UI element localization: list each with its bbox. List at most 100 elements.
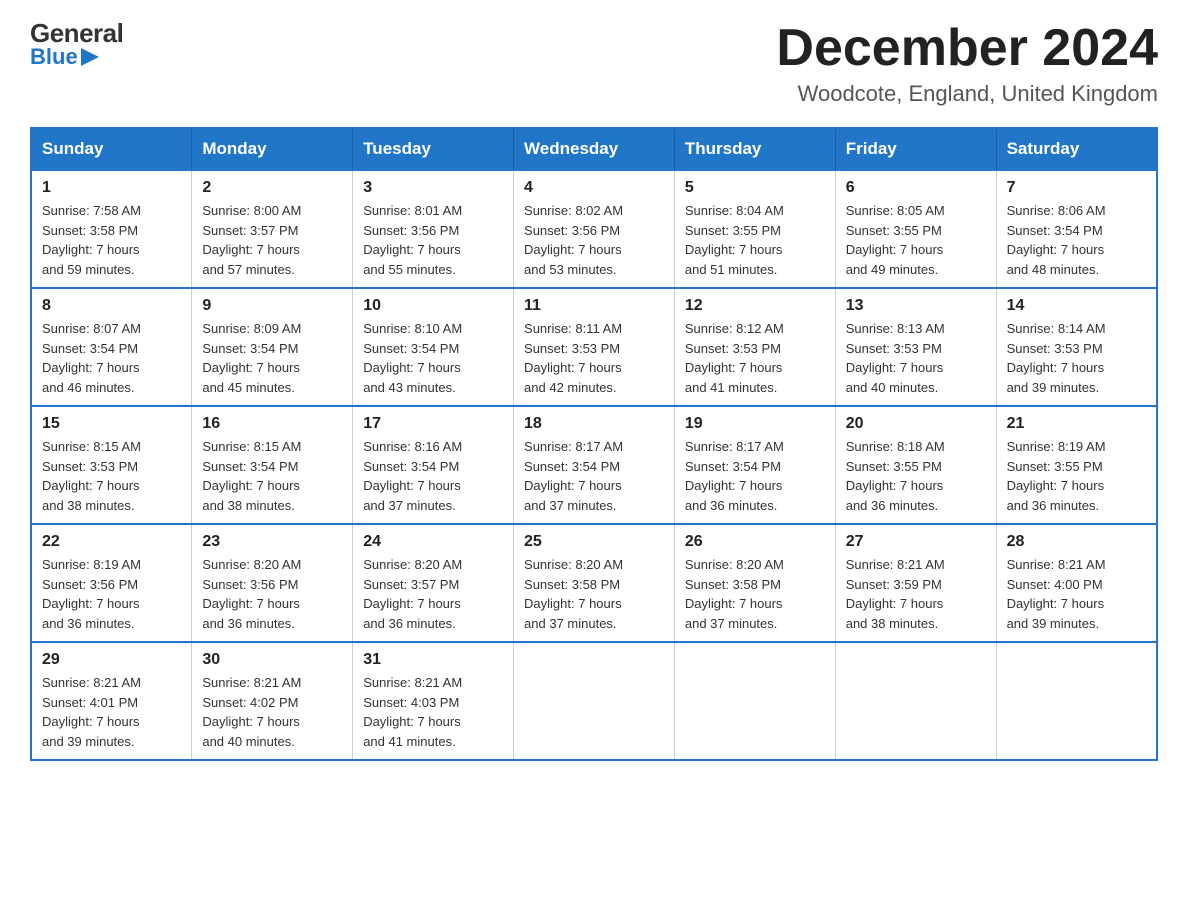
- calendar-cell: 19 Sunrise: 8:17 AM Sunset: 3:54 PM Dayl…: [674, 406, 835, 524]
- day-info: Sunrise: 7:58 AM Sunset: 3:58 PM Dayligh…: [42, 201, 181, 279]
- day-number: 27: [846, 533, 986, 551]
- day-number: 22: [42, 533, 181, 551]
- calendar-cell: 3 Sunrise: 8:01 AM Sunset: 3:56 PM Dayli…: [353, 170, 514, 288]
- day-info: Sunrise: 8:21 AM Sunset: 3:59 PM Dayligh…: [846, 555, 986, 633]
- day-number: 2: [202, 179, 342, 197]
- day-number: 15: [42, 415, 181, 433]
- day-info: Sunrise: 8:06 AM Sunset: 3:54 PM Dayligh…: [1007, 201, 1146, 279]
- day-number: 17: [363, 415, 503, 433]
- day-number: 21: [1007, 415, 1146, 433]
- calendar-cell: [996, 642, 1157, 760]
- day-info: Sunrise: 8:19 AM Sunset: 3:56 PM Dayligh…: [42, 555, 181, 633]
- calendar-cell: 28 Sunrise: 8:21 AM Sunset: 4:00 PM Dayl…: [996, 524, 1157, 642]
- logo-blue-row: Blue: [30, 46, 123, 68]
- calendar-week-row: 22 Sunrise: 8:19 AM Sunset: 3:56 PM Dayl…: [31, 524, 1157, 642]
- calendar-cell: 20 Sunrise: 8:18 AM Sunset: 3:55 PM Dayl…: [835, 406, 996, 524]
- day-number: 16: [202, 415, 342, 433]
- day-info: Sunrise: 8:00 AM Sunset: 3:57 PM Dayligh…: [202, 201, 342, 279]
- calendar-header-thursday: Thursday: [674, 128, 835, 170]
- calendar-cell: [835, 642, 996, 760]
- day-info: Sunrise: 8:04 AM Sunset: 3:55 PM Dayligh…: [685, 201, 825, 279]
- day-info: Sunrise: 8:21 AM Sunset: 4:00 PM Dayligh…: [1007, 555, 1146, 633]
- day-info: Sunrise: 8:11 AM Sunset: 3:53 PM Dayligh…: [524, 319, 664, 397]
- day-info: Sunrise: 8:17 AM Sunset: 3:54 PM Dayligh…: [685, 437, 825, 515]
- calendar-header-sunday: Sunday: [31, 128, 192, 170]
- calendar-cell: 15 Sunrise: 8:15 AM Sunset: 3:53 PM Dayl…: [31, 406, 192, 524]
- day-number: 13: [846, 297, 986, 315]
- day-info: Sunrise: 8:12 AM Sunset: 3:53 PM Dayligh…: [685, 319, 825, 397]
- calendar-header-row: SundayMondayTuesdayWednesdayThursdayFrid…: [31, 128, 1157, 170]
- day-number: 18: [524, 415, 664, 433]
- day-number: 5: [685, 179, 825, 197]
- calendar-cell: 22 Sunrise: 8:19 AM Sunset: 3:56 PM Dayl…: [31, 524, 192, 642]
- calendar-cell: 21 Sunrise: 8:19 AM Sunset: 3:55 PM Dayl…: [996, 406, 1157, 524]
- calendar-header-monday: Monday: [192, 128, 353, 170]
- day-number: 4: [524, 179, 664, 197]
- calendar-cell: 13 Sunrise: 8:13 AM Sunset: 3:53 PM Dayl…: [835, 288, 996, 406]
- day-number: 9: [202, 297, 342, 315]
- day-number: 29: [42, 651, 181, 669]
- day-info: Sunrise: 8:21 AM Sunset: 4:01 PM Dayligh…: [42, 673, 181, 751]
- day-info: Sunrise: 8:10 AM Sunset: 3:54 PM Dayligh…: [363, 319, 503, 397]
- calendar-cell: 27 Sunrise: 8:21 AM Sunset: 3:59 PM Dayl…: [835, 524, 996, 642]
- subtitle: Woodcote, England, United Kingdom: [776, 81, 1158, 107]
- day-info: Sunrise: 8:20 AM Sunset: 3:58 PM Dayligh…: [685, 555, 825, 633]
- day-info: Sunrise: 8:05 AM Sunset: 3:55 PM Dayligh…: [846, 201, 986, 279]
- title-block: December 2024 Woodcote, England, United …: [776, 20, 1158, 107]
- day-info: Sunrise: 8:20 AM Sunset: 3:58 PM Dayligh…: [524, 555, 664, 633]
- calendar-cell: 17 Sunrise: 8:16 AM Sunset: 3:54 PM Dayl…: [353, 406, 514, 524]
- logo-arrow-icon: [81, 48, 99, 66]
- day-number: 23: [202, 533, 342, 551]
- calendar-cell: 18 Sunrise: 8:17 AM Sunset: 3:54 PM Dayl…: [514, 406, 675, 524]
- day-info: Sunrise: 8:20 AM Sunset: 3:56 PM Dayligh…: [202, 555, 342, 633]
- day-info: Sunrise: 8:14 AM Sunset: 3:53 PM Dayligh…: [1007, 319, 1146, 397]
- day-number: 10: [363, 297, 503, 315]
- day-info: Sunrise: 8:15 AM Sunset: 3:54 PM Dayligh…: [202, 437, 342, 515]
- logo-blue-text: Blue: [30, 46, 78, 68]
- calendar-week-row: 29 Sunrise: 8:21 AM Sunset: 4:01 PM Dayl…: [31, 642, 1157, 760]
- calendar-cell: 5 Sunrise: 8:04 AM Sunset: 3:55 PM Dayli…: [674, 170, 835, 288]
- calendar-cell: 29 Sunrise: 8:21 AM Sunset: 4:01 PM Dayl…: [31, 642, 192, 760]
- day-info: Sunrise: 8:19 AM Sunset: 3:55 PM Dayligh…: [1007, 437, 1146, 515]
- day-number: 28: [1007, 533, 1146, 551]
- day-number: 12: [685, 297, 825, 315]
- day-info: Sunrise: 8:17 AM Sunset: 3:54 PM Dayligh…: [524, 437, 664, 515]
- calendar-cell: 6 Sunrise: 8:05 AM Sunset: 3:55 PM Dayli…: [835, 170, 996, 288]
- day-number: 14: [1007, 297, 1146, 315]
- day-number: 1: [42, 179, 181, 197]
- day-number: 31: [363, 651, 503, 669]
- calendar-cell: [674, 642, 835, 760]
- day-number: 8: [42, 297, 181, 315]
- day-info: Sunrise: 8:01 AM Sunset: 3:56 PM Dayligh…: [363, 201, 503, 279]
- day-info: Sunrise: 8:21 AM Sunset: 4:02 PM Dayligh…: [202, 673, 342, 751]
- day-info: Sunrise: 8:02 AM Sunset: 3:56 PM Dayligh…: [524, 201, 664, 279]
- calendar-cell: 24 Sunrise: 8:20 AM Sunset: 3:57 PM Dayl…: [353, 524, 514, 642]
- day-info: Sunrise: 8:21 AM Sunset: 4:03 PM Dayligh…: [363, 673, 503, 751]
- calendar-cell: 4 Sunrise: 8:02 AM Sunset: 3:56 PM Dayli…: [514, 170, 675, 288]
- day-number: 30: [202, 651, 342, 669]
- calendar-week-row: 15 Sunrise: 8:15 AM Sunset: 3:53 PM Dayl…: [31, 406, 1157, 524]
- calendar-cell: 10 Sunrise: 8:10 AM Sunset: 3:54 PM Dayl…: [353, 288, 514, 406]
- calendar-header-saturday: Saturday: [996, 128, 1157, 170]
- calendar-cell: 9 Sunrise: 8:09 AM Sunset: 3:54 PM Dayli…: [192, 288, 353, 406]
- calendar-cell: 26 Sunrise: 8:20 AM Sunset: 3:58 PM Dayl…: [674, 524, 835, 642]
- day-number: 24: [363, 533, 503, 551]
- calendar-cell: 16 Sunrise: 8:15 AM Sunset: 3:54 PM Dayl…: [192, 406, 353, 524]
- calendar-cell: 14 Sunrise: 8:14 AM Sunset: 3:53 PM Dayl…: [996, 288, 1157, 406]
- day-info: Sunrise: 8:07 AM Sunset: 3:54 PM Dayligh…: [42, 319, 181, 397]
- day-info: Sunrise: 8:13 AM Sunset: 3:53 PM Dayligh…: [846, 319, 986, 397]
- main-title: December 2024: [776, 20, 1158, 77]
- page-header: General Blue December 2024 Woodcote, Eng…: [30, 20, 1158, 107]
- calendar-cell: 30 Sunrise: 8:21 AM Sunset: 4:02 PM Dayl…: [192, 642, 353, 760]
- day-number: 19: [685, 415, 825, 433]
- day-info: Sunrise: 8:15 AM Sunset: 3:53 PM Dayligh…: [42, 437, 181, 515]
- calendar-header-tuesday: Tuesday: [353, 128, 514, 170]
- calendar-cell: 7 Sunrise: 8:06 AM Sunset: 3:54 PM Dayli…: [996, 170, 1157, 288]
- day-info: Sunrise: 8:16 AM Sunset: 3:54 PM Dayligh…: [363, 437, 503, 515]
- calendar-table: SundayMondayTuesdayWednesdayThursdayFrid…: [30, 127, 1158, 761]
- day-info: Sunrise: 8:18 AM Sunset: 3:55 PM Dayligh…: [846, 437, 986, 515]
- calendar-week-row: 1 Sunrise: 7:58 AM Sunset: 3:58 PM Dayli…: [31, 170, 1157, 288]
- day-number: 26: [685, 533, 825, 551]
- logo-text-block: General Blue: [30, 20, 123, 68]
- day-number: 7: [1007, 179, 1146, 197]
